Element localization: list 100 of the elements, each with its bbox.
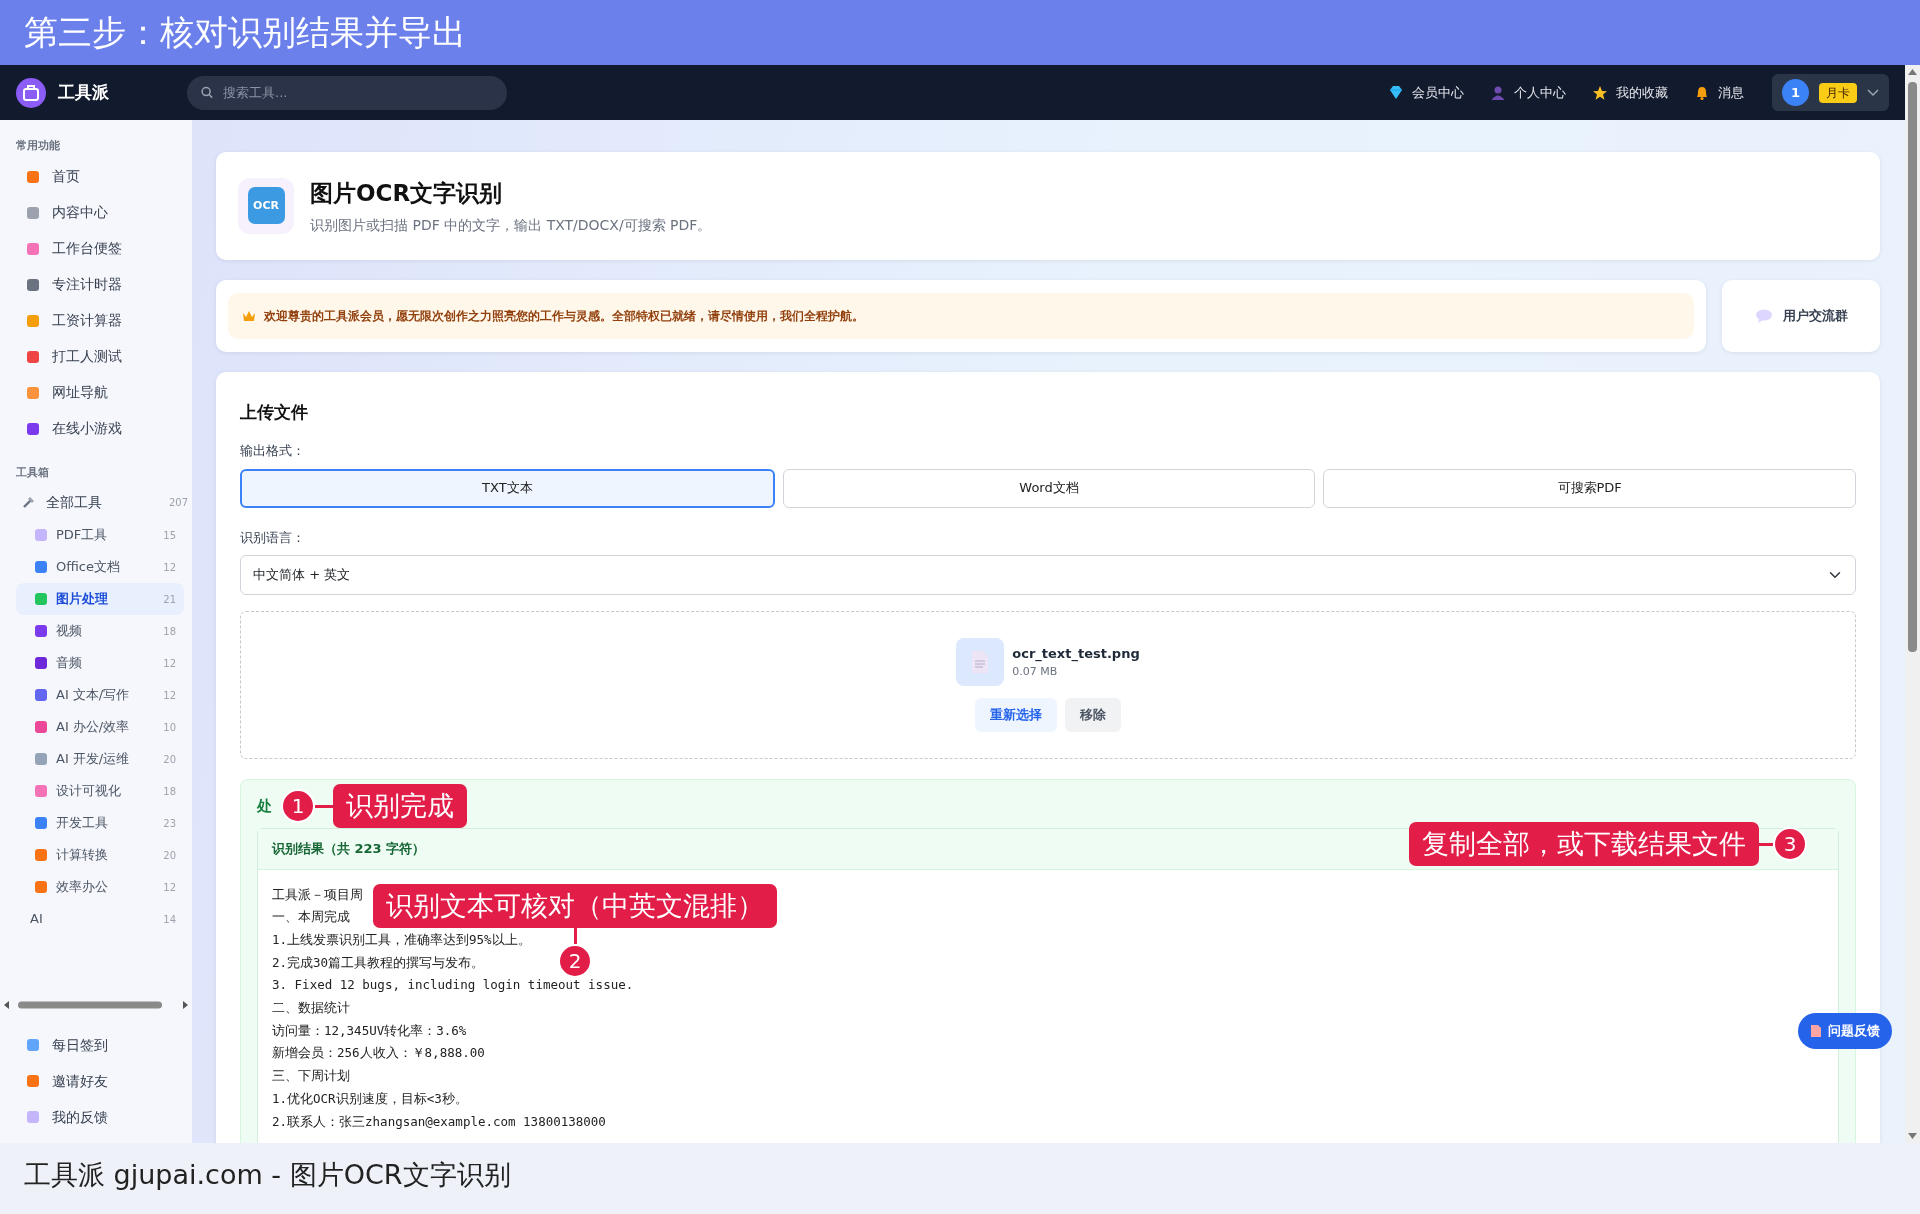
app-icon	[34, 752, 48, 766]
item-count: 18	[163, 784, 176, 799]
page-title: 图片OCR文字识别	[310, 179, 504, 208]
sidebar-item[interactable]: 开发工具	[56, 813, 108, 833]
brand-name: 工具派	[58, 80, 109, 104]
community-link[interactable]: 用户交流群	[1782, 305, 1848, 326]
person-icon	[1490, 84, 1506, 101]
sidebar-item[interactable]: 计算转换	[56, 845, 108, 865]
app-icon	[26, 421, 40, 436]
speech-bubble-icon	[1754, 307, 1773, 324]
search-icon	[201, 86, 214, 99]
item-count: 14	[163, 912, 176, 927]
sidebar-item[interactable]: AI 开发/运维	[56, 749, 130, 769]
sidebar-item[interactable]: 工资计算器	[0, 302, 192, 339]
nav-link[interactable]: 会员中心	[1388, 82, 1464, 103]
ocr-logo: OCR	[247, 187, 285, 225]
sidebar-item[interactable]: AI	[30, 909, 43, 929]
sidebar-label[interactable]: 全部工具	[46, 491, 102, 513]
nav-link[interactable]: 我的收藏	[1592, 82, 1668, 103]
sidebar-item[interactable]: 专注计时器	[0, 266, 192, 303]
item-count: 21	[163, 592, 176, 607]
sidebar-item[interactable]: 网址导航	[0, 374, 192, 411]
bell-icon	[1694, 84, 1710, 101]
section-title: 工具箱	[15, 464, 50, 481]
app-icon	[26, 385, 40, 400]
sidebar-item[interactable]: 设计可视化	[56, 781, 121, 801]
sidebar-item[interactable]: 效率办公	[56, 877, 108, 897]
callout-label: 识别文本可核对（中英文混排）	[373, 884, 777, 928]
sidebar-item[interactable]: 内容中心	[0, 194, 192, 231]
sidebar-item[interactable]: 工作台便签	[0, 230, 192, 267]
sidebar-item[interactable]: 音频	[56, 653, 82, 673]
format-option[interactable]: 可搜索PDF	[1323, 468, 1856, 508]
search-field[interactable]: 搜索工具...	[221, 81, 493, 104]
result-text-line: 二、数据统计	[272, 999, 350, 1017]
logo-icon	[16, 77, 46, 108]
app-icon	[34, 784, 48, 798]
language-select[interactable]: 中文简体 + 英文	[240, 555, 1856, 595]
item-count: 12	[163, 656, 176, 671]
diamond-icon	[1388, 84, 1404, 101]
sidebar-item[interactable]: 每日签到	[0, 1027, 192, 1063]
field-label: 识别语言：	[240, 528, 306, 547]
sidebar-item[interactable]: 打工人测试	[0, 338, 192, 375]
sidebar-item[interactable]: Office文档	[56, 557, 120, 577]
app-icon	[34, 592, 48, 606]
result-text-line: 2.联系人：张三zhangsan@example.com 13800138000	[272, 1112, 606, 1131]
app-icon	[34, 656, 48, 670]
user-avatar: 1	[1782, 79, 1809, 106]
app-icon	[26, 1038, 40, 1052]
sidebar-item[interactable]: 邀请好友	[0, 1063, 192, 1099]
item-count: 18	[163, 624, 176, 639]
feedback-button[interactable]: 问题反馈	[1798, 1013, 1892, 1049]
result-text-line: 新增会员：256人收入：￥8,888.00	[272, 1044, 485, 1063]
result-text-line: 工具派－项目周	[272, 885, 363, 904]
user-menu[interactable]: 1 月卡	[1772, 74, 1889, 111]
file-size: 0.07 MB	[1012, 663, 1059, 680]
field-label: 输出格式：	[240, 442, 306, 460]
section-title: 常用功能	[15, 138, 61, 154]
format-option[interactable]: Word文档	[782, 468, 1316, 508]
app-icon	[26, 277, 40, 292]
crown-icon	[242, 309, 256, 322]
callout-label: 复制全部，或下载结果文件	[1409, 822, 1759, 866]
nav-link[interactable]: 个人中心	[1490, 82, 1566, 103]
app-icon	[26, 1074, 40, 1088]
sidebar-item[interactable]: 图片处理	[56, 589, 108, 609]
membership-badge: 月卡	[1819, 82, 1857, 103]
sidebar-item[interactable]: 首页	[0, 158, 192, 195]
item-count: 23	[163, 816, 176, 831]
search-box[interactable]: 搜索工具...	[187, 75, 507, 110]
section-heading: 上传文件	[240, 400, 309, 424]
item-count: 12	[163, 560, 176, 575]
star-icon	[1592, 84, 1608, 101]
app-icon	[26, 349, 40, 364]
result-text-line: 1.优化OCR识别速度，目标<3秒。	[272, 1089, 468, 1108]
sidebar-item[interactable]: 我的反馈	[0, 1099, 192, 1135]
app-icon	[34, 816, 48, 830]
app-icon	[34, 528, 48, 542]
sidebar-item[interactable]: AI 办公/效率	[56, 717, 130, 737]
notice-text: 欢迎尊贵的工具派会员，愿无限次创作之力照亮您的工作与灵感。全部特权已就绪，请尽情使用，我们全程护航。	[264, 307, 864, 325]
sidebar-item[interactable]: AI 文本/写作	[56, 685, 130, 705]
nav-link[interactable]: 消息	[1694, 82, 1744, 103]
page-subtitle: 识别图片或扫描 PDF 中的文字，输出 TXT/DOCX/可搜索 PDF。	[310, 215, 712, 235]
item-count: 12	[163, 688, 176, 703]
sidebar-item[interactable]: 视频	[56, 621, 82, 641]
result-text-line: 三、下周计划	[272, 1067, 350, 1086]
result-text-line: 一、本周完成	[272, 908, 350, 927]
tools-icon	[22, 495, 36, 509]
reselect-button[interactable]: 重新选择	[975, 698, 1057, 732]
file-name: ocr_text_test.png	[1012, 645, 1140, 664]
item-count: 20	[163, 848, 176, 863]
banner-title: 第三步：核对识别结果并导出	[0, 0, 1920, 65]
document-icon	[1810, 1023, 1822, 1038]
document-icon	[970, 650, 991, 675]
app-icon	[26, 241, 40, 256]
remove-button[interactable]: 移除	[1065, 698, 1121, 732]
format-option[interactable]: TXT文本	[240, 468, 775, 508]
sidebar-item[interactable]: PDF工具	[56, 525, 108, 545]
app-icon	[34, 720, 48, 734]
status-text: 处	[257, 796, 272, 817]
sidebar-item[interactable]: 在线小游戏	[0, 410, 192, 447]
item-count: 20	[163, 752, 176, 767]
